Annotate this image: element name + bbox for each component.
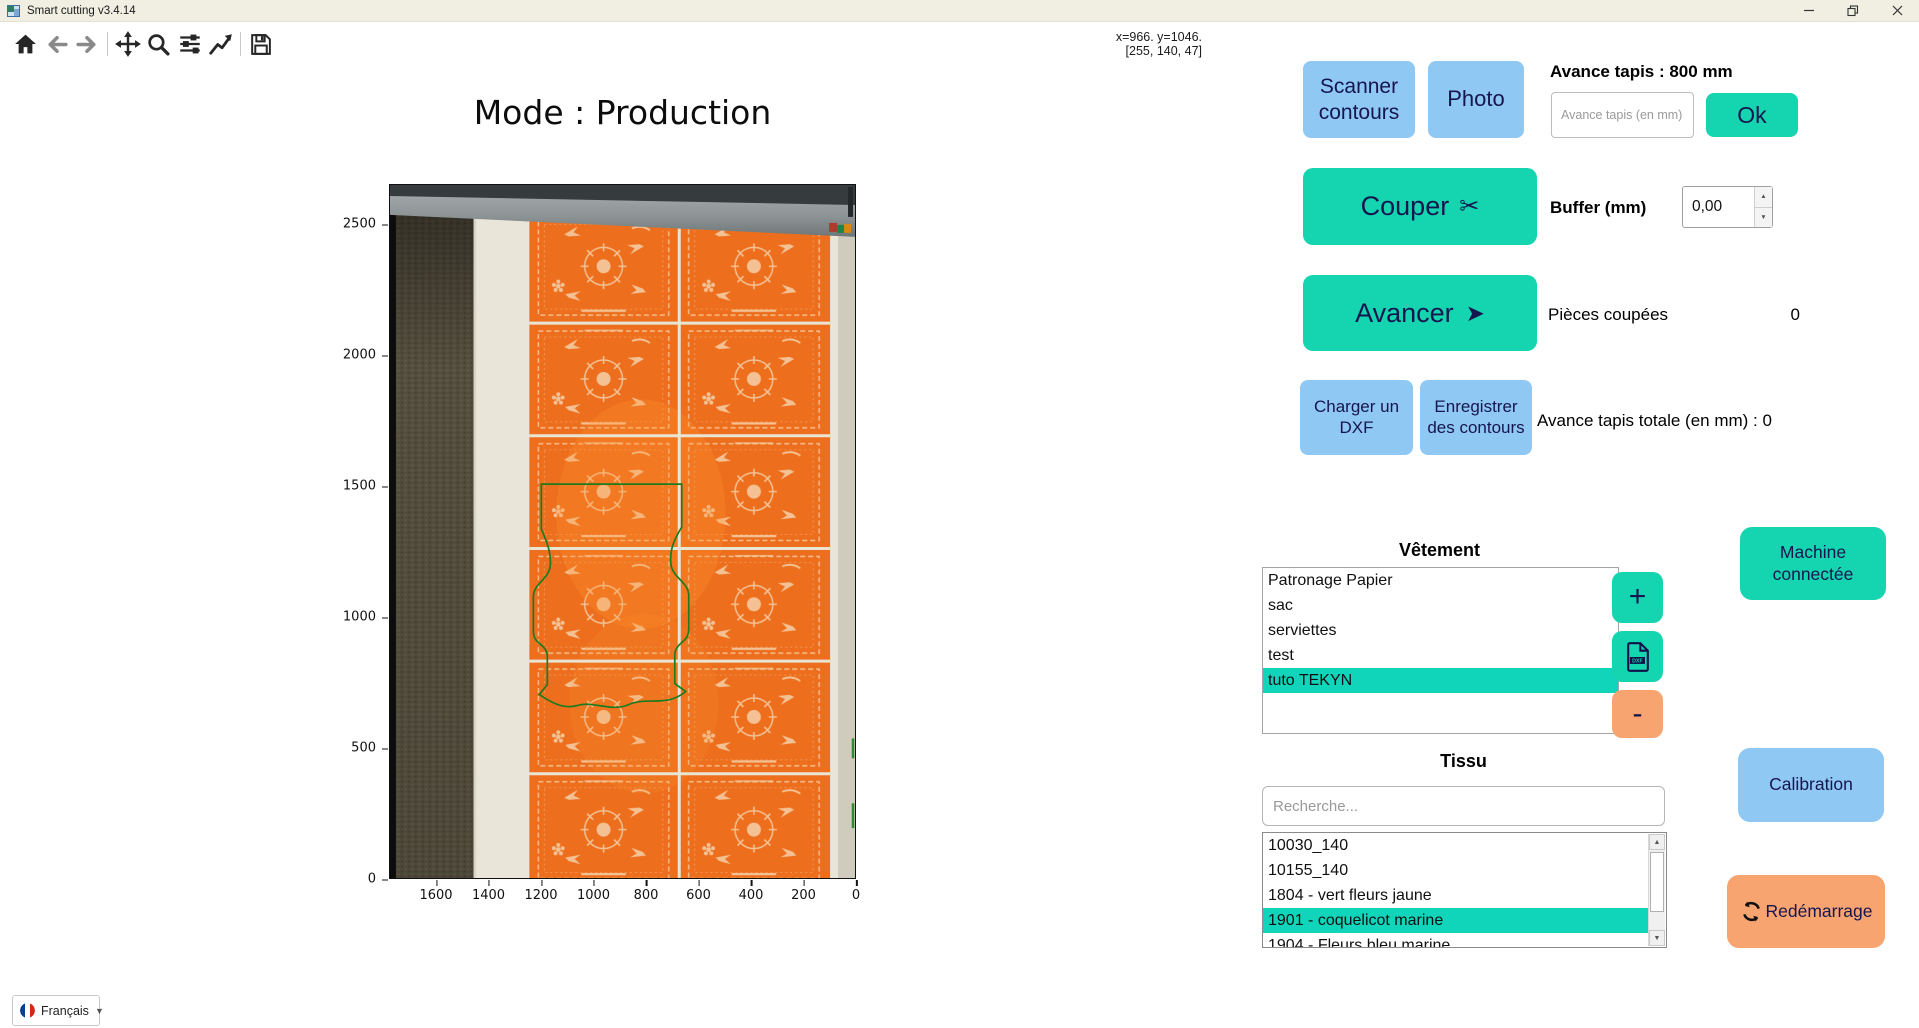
pan-icon[interactable] (112, 29, 143, 59)
scroll-up-icon[interactable]: ▲ (1649, 834, 1665, 850)
forward-icon[interactable] (72, 29, 103, 59)
list-item[interactable]: 10155_140 (1263, 858, 1649, 883)
vetement-title: Vêtement (1262, 540, 1617, 561)
vetement-list[interactable]: Patronage Papier sac serviettes test tut… (1262, 567, 1619, 734)
cursor-xy: x=966. y=1046. (1040, 30, 1202, 44)
restart-icon (1740, 900, 1763, 923)
avance-tapis-label: Avance tapis : 800 mm (1550, 62, 1733, 82)
plot-mode-title: Mode : Production (389, 93, 856, 132)
back-icon[interactable] (41, 29, 72, 59)
avancer-label: Avancer (1355, 297, 1454, 330)
calibration-button[interactable]: Calibration (1738, 748, 1884, 822)
language-selector[interactable]: Français ▼ (12, 995, 100, 1026)
close-button[interactable] (1875, 0, 1919, 21)
subplots-icon[interactable] (174, 29, 205, 59)
list-item[interactable]: Patronage Papier (1263, 568, 1618, 593)
restore-button[interactable] (1831, 0, 1875, 21)
cursor-rgb: [255, 140, 47] (1040, 44, 1202, 58)
scrollbar-thumb[interactable] (1650, 852, 1664, 912)
french-flag-icon (20, 1003, 35, 1018)
add-garment-button[interactable]: + (1612, 572, 1663, 623)
scissors-icon: ✂ (1459, 192, 1479, 221)
language-label: Français (41, 1004, 89, 1018)
toolbar-separator (240, 32, 241, 56)
machine-status-button[interactable]: Machine connectée (1740, 527, 1886, 600)
couper-label: Couper (1361, 190, 1450, 223)
list-item[interactable]: sac (1263, 593, 1618, 618)
pieces-coupees-value: 0 (1758, 305, 1800, 325)
list-item[interactable]: 1904 - Fleurs bleu marine (1263, 933, 1649, 948)
tissu-search-input[interactable] (1262, 786, 1665, 826)
axes-edit-icon[interactable] (205, 29, 236, 59)
export-dxf-button[interactable]: DXF (1612, 631, 1663, 682)
chevron-down-icon: ▼ (95, 1006, 104, 1016)
avance-tapis-input[interactable] (1551, 92, 1694, 138)
list-item[interactable]: 1901 - coquelicot marine (1263, 908, 1649, 933)
charger-dxf-button[interactable]: Charger un DXF (1300, 380, 1413, 455)
buffer-spinbox[interactable]: 0,00 ▲ ▼ (1682, 186, 1773, 228)
tissu-scrollbar[interactable]: ▲ ▼ (1648, 834, 1665, 946)
x-axis-ticks: 16001400120010008006004002000 (436, 885, 856, 903)
plot-toolbar (10, 29, 276, 59)
spin-down-icon[interactable]: ▼ (1755, 208, 1772, 228)
camera-image (390, 185, 855, 878)
couper-button[interactable]: Couper ✂ (1303, 168, 1537, 245)
enregistrer-contours-button[interactable]: Enregistrer des contours (1420, 380, 1532, 455)
app-icon (7, 5, 20, 17)
list-item[interactable]: 10030_140 (1263, 833, 1649, 858)
list-item[interactable]: tuto TEKYN (1263, 668, 1618, 693)
tissu-title: Tissu (1262, 751, 1665, 772)
avance-totale-label: Avance tapis totale (en mm) : 0 (1537, 411, 1772, 431)
buffer-label: Buffer (mm) (1550, 198, 1646, 218)
redemarrage-label: Redémarrage (1766, 901, 1873, 922)
home-icon[interactable] (10, 29, 41, 59)
titlebar: Smart cutting v3.4.14 (0, 0, 1919, 22)
spin-up-icon[interactable]: ▲ (1755, 187, 1772, 208)
cursor-readout: x=966. y=1046. [255, 140, 47] (1040, 30, 1202, 58)
plot-canvas[interactable] (389, 184, 856, 879)
tissu-list[interactable]: 10030_140 10155_140 1804 - vert fleurs j… (1262, 832, 1667, 948)
svg-text:DXF: DXF (1632, 658, 1643, 664)
ok-button[interactable]: Ok (1706, 93, 1798, 137)
app-window: Smart cutting v3.4.14 (0, 0, 1919, 1028)
redemarrage-button[interactable]: Redémarrage (1727, 875, 1885, 948)
window-title: Smart cutting v3.4.14 (27, 5, 136, 17)
minimize-button[interactable] (1787, 0, 1831, 21)
list-item[interactable]: 1804 - vert fleurs jaune (1263, 883, 1649, 908)
buffer-value: 0,00 (1683, 187, 1754, 227)
dxf-file-icon: DXF (1625, 642, 1651, 672)
y-axis-ticks: 25002000150010005000 (318, 224, 376, 879)
pieces-coupees-label: Pièces coupées (1548, 305, 1668, 325)
photo-button[interactable]: Photo (1428, 61, 1524, 138)
list-item[interactable]: serviettes (1263, 618, 1618, 643)
arrow-right-icon: ➤ (1466, 299, 1485, 327)
save-icon[interactable] (245, 29, 276, 59)
toolbar-separator (107, 32, 108, 56)
scanner-contours-button[interactable]: Scanner contours (1303, 61, 1415, 138)
scroll-down-icon[interactable]: ▼ (1649, 930, 1665, 946)
remove-garment-button[interactable]: - (1612, 690, 1663, 738)
list-item[interactable]: test (1263, 643, 1618, 668)
zoom-icon[interactable] (143, 29, 174, 59)
avancer-button[interactable]: Avancer ➤ (1303, 275, 1537, 351)
